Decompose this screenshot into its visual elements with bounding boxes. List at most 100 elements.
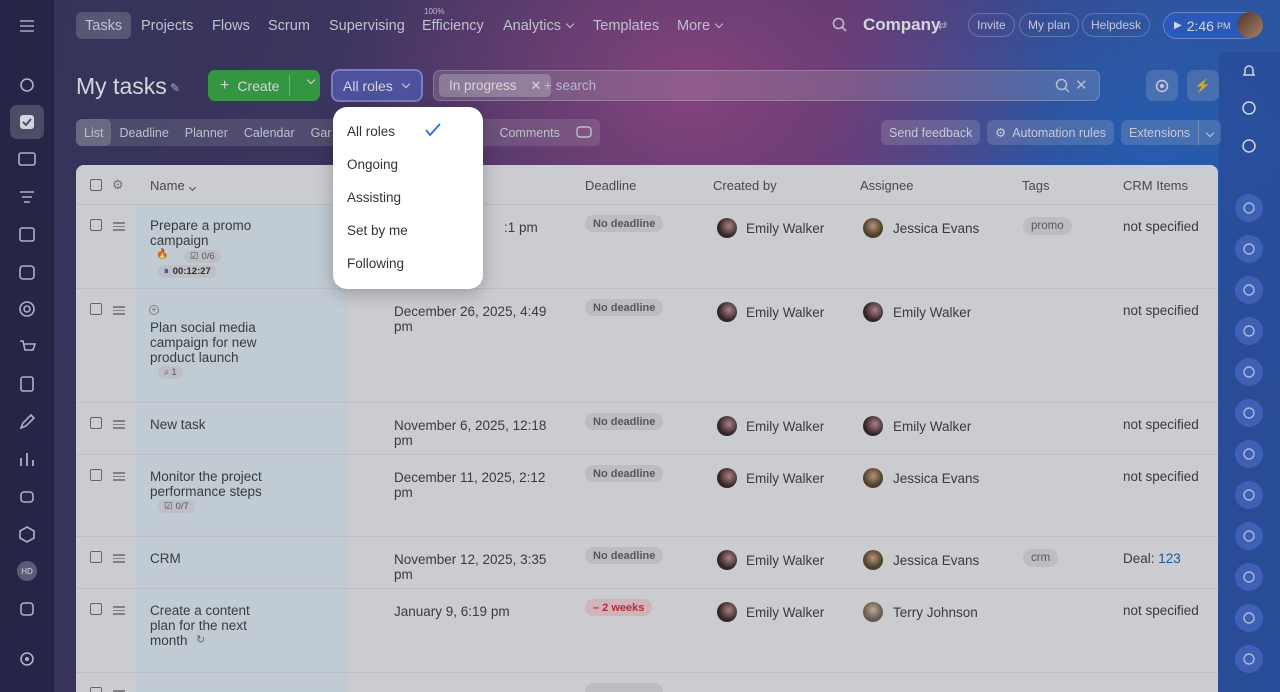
- assignee[interactable]: Jessica Evans: [893, 553, 979, 568]
- column-crm-items[interactable]: CRM Items: [1123, 178, 1188, 193]
- robot-icon[interactable]: [14, 483, 40, 509]
- tab-calendar[interactable]: Calendar: [236, 119, 303, 146]
- row-checkbox[interactable]: [90, 303, 102, 315]
- roles-dropdown-button[interactable]: All roles: [331, 69, 423, 102]
- swap-icon[interactable]: ⇄: [938, 19, 947, 32]
- deadline-badge[interactable]: No deadline: [585, 413, 664, 430]
- chat-bubble-icon[interactable]: [1235, 194, 1263, 222]
- calendar-icon[interactable]: [14, 221, 40, 247]
- table-row[interactable]: Prepare a promo campaign 🔥 ☑ 0/6 ⏸ 00:12:2…: [76, 205, 1218, 289]
- search-icon[interactable]: [1055, 78, 1071, 99]
- deadline-badge-overdue[interactable]: – 2 weeks: [585, 599, 653, 616]
- clear-search-icon[interactable]: ✕: [1075, 76, 1088, 94]
- drag-handle-icon[interactable]: [113, 552, 125, 565]
- menu-item-set-by-me[interactable]: Set by me: [347, 223, 408, 238]
- assignee[interactable]: Emily Walker: [893, 419, 971, 434]
- analytics-icon[interactable]: [14, 446, 40, 472]
- deadline-badge[interactable]: No deadline: [585, 465, 664, 482]
- deadline-badge[interactable]: No deadline: [585, 547, 664, 564]
- nav-projects[interactable]: Projects: [132, 12, 202, 39]
- column-name[interactable]: Name: [150, 178, 196, 193]
- column-deadline[interactable]: Deadline: [585, 178, 636, 193]
- created-by[interactable]: Emily Walker: [746, 419, 824, 434]
- task-name[interactable]: Prepare a promo campaign: [150, 218, 260, 248]
- chat-bubble-icon[interactable]: [1235, 440, 1263, 468]
- crm-icon[interactable]: [14, 296, 40, 322]
- my-plan-button[interactable]: My plan: [1019, 13, 1080, 37]
- notifications-icon[interactable]: [1235, 57, 1263, 85]
- chat-bubble-icon[interactable]: [1235, 317, 1263, 345]
- lightning-button[interactable]: ⚡: [1187, 70, 1219, 101]
- nav-templates[interactable]: Templates: [584, 12, 668, 39]
- table-row[interactable]: New task November 6, 2025, 12:18 pm No d…: [76, 403, 1218, 455]
- assignee[interactable]: Jessica Evans: [893, 471, 979, 486]
- created-by[interactable]: Emily Walker: [746, 553, 824, 568]
- menu-item-assisting[interactable]: Assisting: [347, 190, 401, 205]
- drag-handle-icon[interactable]: [113, 688, 125, 692]
- nav-tasks[interactable]: Tasks: [76, 12, 132, 39]
- chat-bubble-icon[interactable]: [1235, 522, 1263, 550]
- menu-icon[interactable]: [14, 13, 40, 39]
- add-subtask-icon[interactable]: +: [149, 305, 159, 315]
- table-row[interactable]: Create a content plan for the next month…: [76, 589, 1218, 673]
- chat-bubble-icon[interactable]: [1235, 399, 1263, 427]
- task-name[interactable]: Plan social media campaign for new produ…: [150, 320, 265, 365]
- sign-icon[interactable]: [14, 371, 40, 397]
- tab-deadline[interactable]: Deadline: [111, 119, 176, 146]
- chat-icon[interactable]: [14, 146, 40, 172]
- hd-avatar[interactable]: HD: [14, 558, 40, 584]
- nav-more[interactable]: More: [668, 12, 731, 39]
- created-by[interactable]: Emily Walker: [746, 221, 824, 236]
- user-avatar[interactable]: [1237, 12, 1263, 38]
- tab-comments[interactable]: Comments: [491, 119, 567, 146]
- table-row[interactable]: Monitor the project performance steps ☑ 0…: [76, 455, 1218, 537]
- chevron-down-icon[interactable]: [306, 75, 316, 85]
- gear-icon[interactable]: ⚙: [112, 177, 124, 193]
- assignee[interactable]: Emily Walker: [893, 305, 971, 320]
- deadline-badge[interactable]: [585, 683, 663, 692]
- menu-item-ongoing[interactable]: Ongoing: [347, 157, 398, 172]
- column-created-by[interactable]: Created by: [713, 178, 777, 193]
- row-checkbox[interactable]: [90, 603, 102, 615]
- row-checkbox[interactable]: [90, 551, 102, 563]
- drag-handle-icon[interactable]: [113, 470, 125, 483]
- nav-efficiency[interactable]: Efficiency: [413, 12, 493, 39]
- drive-icon[interactable]: [14, 259, 40, 285]
- comments-icon[interactable]: [568, 119, 600, 146]
- deadline-badge[interactable]: No deadline: [585, 215, 664, 232]
- tab-planner[interactable]: Planner: [177, 119, 236, 146]
- pin-icon[interactable]: ✎: [170, 81, 180, 95]
- menu-item-all-roles[interactable]: All roles: [347, 124, 395, 139]
- company-name[interactable]: Company: [863, 15, 940, 35]
- table-row[interactable]: [76, 673, 1218, 692]
- row-checkbox[interactable]: [90, 687, 102, 692]
- table-row[interactable]: + Plan social media campaign for new pro…: [76, 289, 1218, 403]
- tab-list[interactable]: List: [76, 119, 112, 146]
- invite-button[interactable]: Invite: [968, 13, 1015, 37]
- copilot-icon[interactable]: [1235, 94, 1263, 122]
- assignee[interactable]: Jessica Evans: [893, 221, 979, 236]
- drag-handle-icon[interactable]: [113, 418, 125, 431]
- chat-bubble-icon[interactable]: [1235, 604, 1263, 632]
- helpdesk-button[interactable]: Helpdesk: [1082, 13, 1151, 37]
- created-by[interactable]: Emily Walker: [746, 471, 824, 486]
- send-feedback-button[interactable]: Send feedback: [881, 120, 981, 145]
- search-icon[interactable]: [832, 17, 848, 38]
- assignee[interactable]: Terry Johnson: [893, 605, 978, 620]
- row-checkbox[interactable]: [90, 417, 102, 429]
- filter-chip-in-progress[interactable]: In progress ✕: [439, 74, 552, 97]
- timer-badge[interactable]: ⏸ 00:12:27: [158, 265, 217, 278]
- nav-scrum[interactable]: Scrum: [259, 12, 319, 39]
- extensions-button[interactable]: Extensions: [1121, 120, 1222, 145]
- column-assignee[interactable]: Assignee: [860, 178, 913, 193]
- settings-icon[interactable]: [14, 646, 40, 672]
- select-all-checkbox[interactable]: [90, 179, 102, 191]
- tasks-icon[interactable]: [10, 105, 44, 139]
- drag-handle-icon[interactable]: [113, 304, 125, 317]
- created-by[interactable]: Emily Walker: [746, 305, 824, 320]
- deal-link[interactable]: 123: [1158, 551, 1181, 566]
- menu-item-following[interactable]: Following: [347, 256, 404, 271]
- task-name[interactable]: Monitor the project performance steps: [150, 469, 265, 499]
- table-row[interactable]: CRM November 12, 2025, 3:35 pm No deadli…: [76, 537, 1218, 589]
- box-icon[interactable]: [14, 521, 40, 547]
